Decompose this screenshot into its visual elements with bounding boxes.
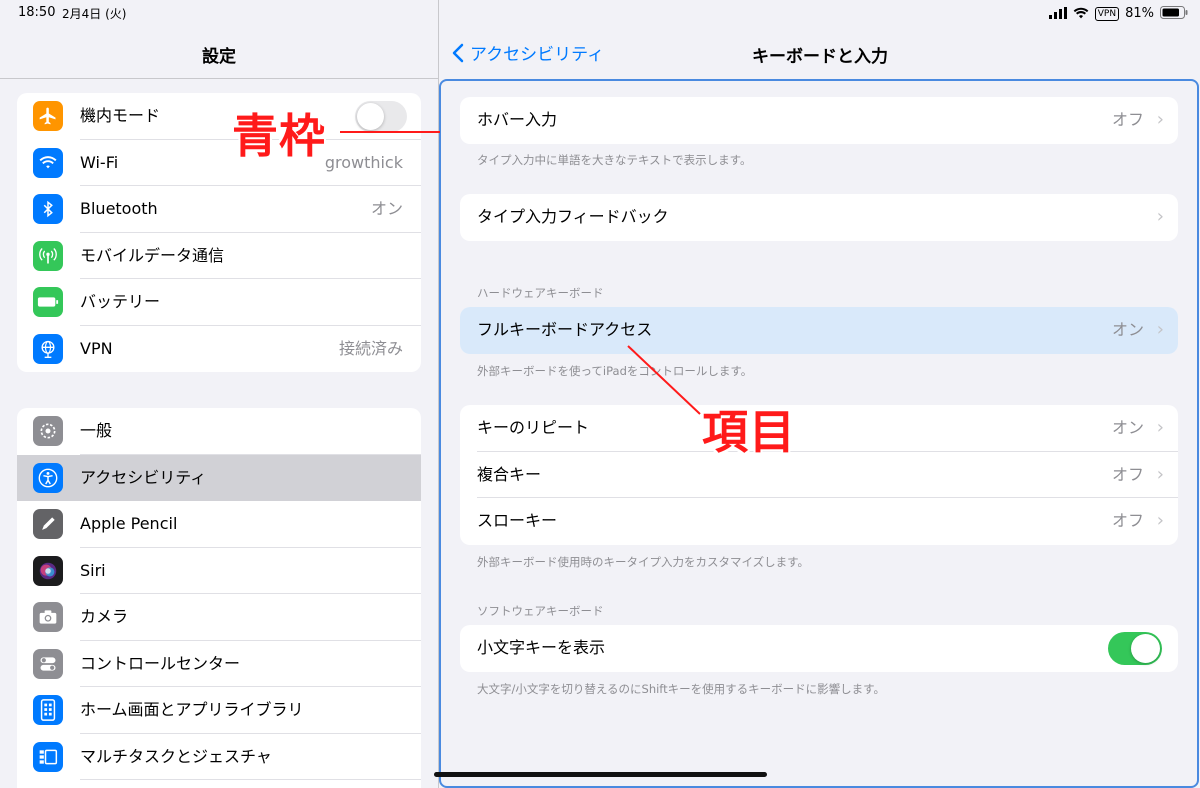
sidebar-item-label: VPN: [80, 338, 113, 358]
annotation-frame-label: 青枠: [232, 109, 326, 163]
sidebar-item-label: 機内モード: [80, 106, 161, 125]
sidebar-item-battery[interactable]: バッテリー: [17, 279, 421, 326]
battery-percent: 81%: [1125, 6, 1154, 21]
wifi-network-value: growthick: [324, 152, 403, 172]
camera-icon: [33, 602, 63, 632]
bluetooth-status-value: オン: [370, 199, 403, 218]
sidebar-item-bluetooth[interactable]: Bluetooth オン: [17, 186, 421, 233]
pencil-icon: [33, 509, 63, 539]
back-button[interactable]: アクセシビリティ: [452, 40, 604, 68]
home-indicator: [434, 772, 767, 777]
bluetooth-icon: [33, 194, 63, 224]
sidebar-item-general[interactable]: 一般: [17, 408, 421, 455]
multitask-icon: [33, 741, 63, 772]
status-indicators: VPN 81%: [1048, 4, 1188, 23]
sidebar-item-home-screen[interactable]: ホーム画面とアプリライブラリ: [17, 687, 421, 734]
sidebar-item-label: ホーム画面とアプリライブラリ: [80, 700, 304, 719]
sidebar-item-label: アクセシビリティ: [80, 467, 207, 487]
chevron-left-icon: [452, 43, 464, 68]
status-time: 18:50: [18, 5, 56, 20]
status-date: 2月4日 (火): [62, 7, 127, 21]
sidebar-item-label: カメラ: [80, 607, 129, 626]
home-screen-icon: [33, 695, 63, 725]
sidebar-item-label: Siri: [80, 560, 106, 580]
sidebar-item-vpn[interactable]: VPN 接続済み: [17, 326, 421, 373]
airplane-icon: [33, 101, 63, 131]
settings-group-general: 一般 アクセシビリティ Apple Pencil Siri カメラ コントロール…: [17, 408, 421, 788]
sidebar-item-label: Wi-Fi: [80, 152, 119, 172]
annotation-item-label: 項目: [702, 405, 796, 459]
vpn-badge: VPN: [1094, 6, 1120, 21]
sidebar-item-label: マルチタスクとジェスチャ: [80, 746, 272, 766]
battery-icon: [33, 287, 63, 317]
sidebar-item-label: モバイルデータ通信: [80, 245, 225, 265]
detail-focus-frame: [439, 79, 1199, 788]
globe-icon: [33, 333, 63, 364]
siri-icon: [33, 555, 63, 586]
sidebar-item-apple-pencil[interactable]: Apple Pencil: [17, 501, 421, 548]
wifi-status-icon: [1073, 4, 1089, 23]
sidebar-item-airplane-mode[interactable]: 機内モード: [17, 93, 421, 140]
sidebar-header-divider: [0, 78, 438, 79]
battery-status-icon: [1160, 4, 1188, 23]
sidebar-title: 設定: [202, 47, 236, 67]
sidebar-item-mobile-data[interactable]: モバイルデータ通信: [17, 233, 421, 279]
gear-icon: [33, 416, 63, 446]
antenna-icon: [33, 240, 63, 271]
sidebar-item-label: バッテリー: [80, 292, 161, 311]
sidebar-item-multitasking[interactable]: マルチタスクとジェスチャ: [17, 734, 421, 780]
settings-sidebar: 18:50 2月4日 (火) 設定 機内モード Wi-Fi growthick …: [0, 0, 438, 788]
settings-group-connectivity: 機内モード Wi-Fi growthick Bluetooth オン モバイルデ…: [17, 93, 421, 372]
switches-icon: [33, 648, 63, 679]
wifi-icon: [33, 147, 63, 178]
accessibility-icon: [33, 462, 63, 493]
sidebar-item-accessibility[interactable]: アクセシビリティ: [17, 454, 421, 501]
page-title: キーボードと入力: [752, 47, 888, 67]
sidebar-item-siri[interactable]: Siri: [17, 548, 421, 594]
sidebar-item-label: コントロールセンター: [80, 653, 241, 673]
sidebar-item-control-center[interactable]: コントロールセンター: [17, 641, 421, 687]
sidebar-item-label: 一般: [80, 421, 113, 440]
cellular-signal-icon: [1048, 4, 1067, 23]
airplane-mode-toggle[interactable]: [355, 101, 407, 132]
sidebar-item-wifi[interactable]: Wi-Fi growthick: [17, 140, 421, 186]
sidebar-item-label: Apple Pencil: [80, 514, 178, 533]
sidebar-item-camera[interactable]: カメラ: [17, 594, 421, 641]
back-button-label: アクセシビリティ: [470, 45, 605, 65]
vpn-status-value: 接続済み: [338, 338, 403, 358]
sidebar-item-label: Bluetooth: [80, 199, 158, 218]
